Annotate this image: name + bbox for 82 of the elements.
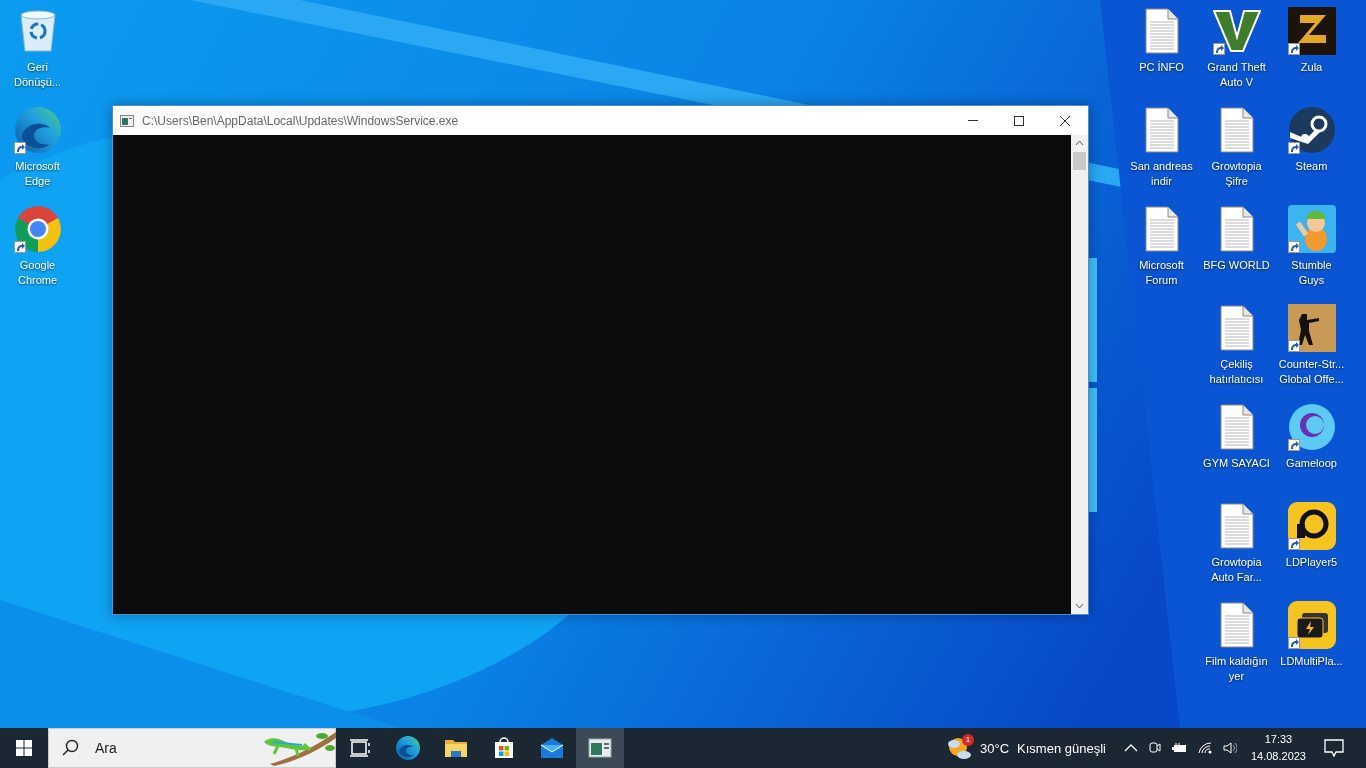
task-view-icon (348, 736, 372, 760)
desktop-icon[interactable]: LDPlayer5 (1274, 497, 1349, 570)
desktop-icon[interactable]: Zula (1274, 2, 1349, 75)
desktop-icon[interactable]: GYM SAYACI (1199, 398, 1274, 471)
clock-date: 14.08.2023 (1250, 749, 1306, 764)
battery-icon[interactable] (1171, 743, 1187, 753)
icon-label: Microsoft Forum (1138, 258, 1185, 288)
icon-label: PC İNFO (1138, 60, 1185, 75)
icon-label: Film kaldığın yer (1204, 654, 1269, 684)
soldier-icon (1287, 304, 1336, 352)
icon-label: LDMultiPla... (1279, 654, 1344, 669)
recycle-bin-icon (17, 9, 58, 53)
envelope-icon (540, 736, 564, 760)
icon-label: Çekiliş hatırlatıcısı (1208, 357, 1265, 387)
desktop-icon[interactable]: PC İNFO (1124, 2, 1199, 75)
icon-label: Google Chrome (16, 258, 59, 288)
swirl-icon (396, 736, 420, 760)
search-field[interactable]: Ara (48, 728, 336, 768)
icon-label: GYM SAYACI (1202, 456, 1271, 471)
console-window-icon (120, 114, 134, 127)
wifi-icon[interactable] (1197, 742, 1212, 754)
desktop-icon[interactable]: Steam (1274, 101, 1349, 174)
icon-label: Steam (1294, 159, 1329, 174)
icon-label: Growtopia Auto Far... (1210, 555, 1263, 585)
clock-time: 17:33 (1264, 732, 1293, 747)
document-icon (1144, 206, 1179, 252)
minimize-icon (968, 120, 978, 121)
desktop-icon[interactable]: Counter-Str... Global Offe... (1274, 299, 1349, 387)
maximize-icon (1014, 115, 1024, 126)
desktop-icon[interactable]: Growtopia Auto Far... (1199, 497, 1274, 585)
v-shape-icon (1212, 9, 1261, 53)
icon-label: Stumble Guys (1290, 258, 1333, 288)
taskbar-app-button[interactable] (576, 728, 624, 768)
icon-label: San andreas indir (1129, 159, 1194, 189)
shopping-bag-icon (492, 736, 516, 760)
document-icon (1219, 404, 1254, 450)
icon-label: Gameloop (1285, 456, 1338, 471)
weather-condition: Kısmen güneşli (1017, 740, 1106, 756)
search-icon (62, 739, 79, 756)
desktop-icon[interactable]: Stumble Guys (1274, 200, 1349, 288)
chevron-up-icon[interactable] (1123, 744, 1138, 752)
desktop-icon[interactable]: San andreas indir (1124, 101, 1199, 189)
icon-label: Grand Theft Auto V (1206, 60, 1267, 90)
icon-label: BFG WORLD (1202, 258, 1271, 273)
desktop-icon[interactable]: Growtopia Şifre (1199, 101, 1274, 189)
console-window-icon (588, 736, 612, 760)
document-icon (1219, 602, 1254, 648)
clock[interactable]: 17:33 14.08.2023 (1250, 731, 1306, 765)
start-icon (16, 740, 32, 756)
desktop-icon[interactable]: LDMultiPla... (1274, 596, 1349, 669)
desktop-icon[interactable]: BFG WORLD (1199, 200, 1274, 273)
weather-temperature: 30°C (980, 740, 1010, 756)
icon-label: Counter-Str... Global Offe... (1277, 357, 1346, 387)
window-title: C:\Users\Ben\AppData\Local\Updates\WindowsService.exe (142, 113, 460, 128)
desktop-icon[interactable]: Gameloop (1274, 398, 1349, 471)
icon-label: Growtopia Şifre (1210, 159, 1263, 189)
notification-badge: 1 (962, 734, 974, 746)
desktop-icon[interactable]: Microsoft Forum (1124, 200, 1199, 288)
speaker-icon[interactable] (1222, 741, 1237, 755)
document-icon (1219, 206, 1254, 252)
document-icon (1144, 107, 1179, 153)
zigzag-icon (1287, 7, 1336, 55)
swirl-icon (13, 106, 62, 154)
scrollbar[interactable] (1071, 135, 1088, 614)
desktop-icon[interactable]: Film kaldığın yer (1199, 596, 1274, 684)
document-icon (1219, 503, 1254, 549)
icon-label: Geri Dönüşü... (12, 60, 63, 90)
steam-icon (1287, 106, 1336, 154)
desktop-icon[interactable]: Grand Theft Auto V (1199, 2, 1274, 90)
document-icon (1144, 8, 1179, 54)
close-icon (1060, 115, 1070, 126)
camera-icon[interactable] (1148, 740, 1161, 756)
scrollbar-thumb[interactable] (1073, 152, 1086, 170)
icon-label: Microsoft Edge (14, 159, 61, 189)
icon-label: LDPlayer5 (1284, 555, 1339, 570)
document-icon (1219, 305, 1254, 351)
tricolor-circle-icon (13, 205, 62, 253)
icon-label: Zula (1299, 60, 1324, 75)
desktop-icon[interactable]: Çekiliş hatırlatıcısı (1199, 299, 1274, 387)
notification-icon[interactable] (1324, 739, 1344, 757)
document-icon (1219, 107, 1254, 153)
crescent-icon (1287, 403, 1336, 451)
